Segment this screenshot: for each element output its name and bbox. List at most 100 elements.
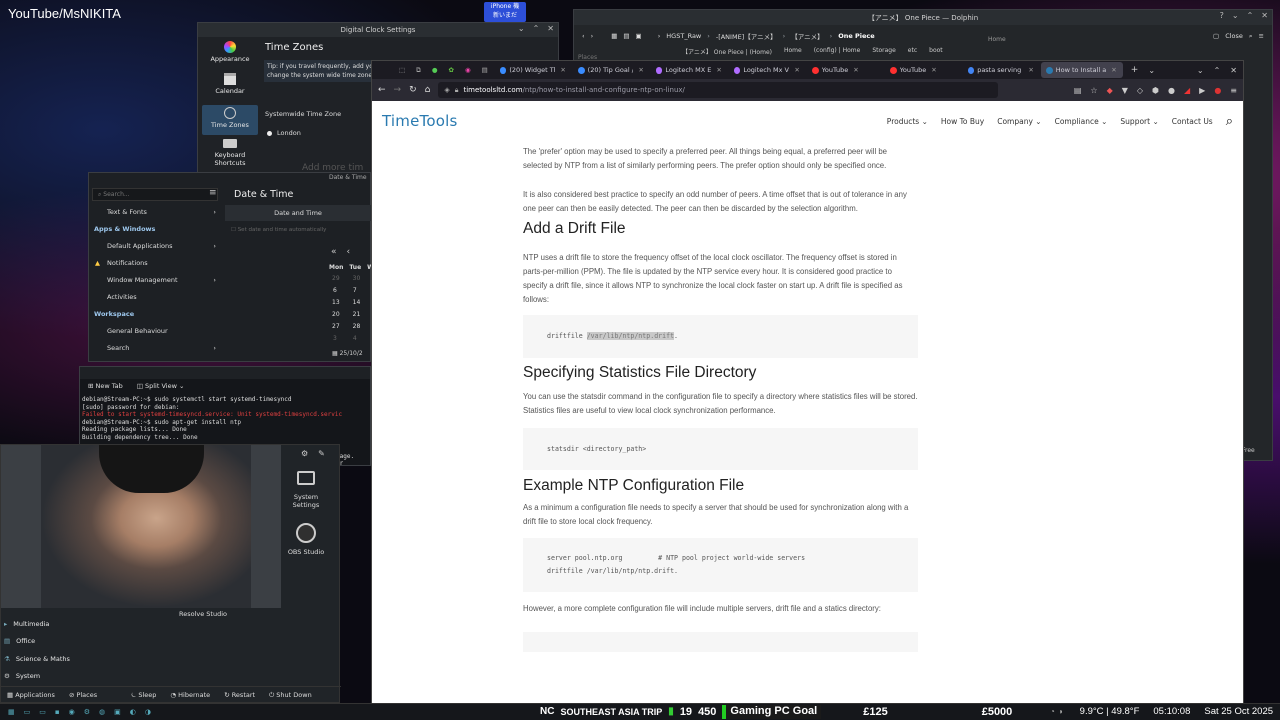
calendar-day[interactable]: 3 <box>333 335 337 347</box>
red-icon[interactable]: ◢ <box>1184 86 1190 95</box>
dolphin-tab[interactable]: (config) | Home <box>814 47 861 59</box>
category-multimedia[interactable]: ▸ Multimedia <box>4 615 112 633</box>
view-icons-icon[interactable]: ▦ <box>611 32 617 40</box>
calendar-day[interactable]: 29 <box>332 275 340 287</box>
close-icon[interactable]: ✕ <box>1230 66 1237 75</box>
calendar-day[interactable]: 20 <box>332 311 340 323</box>
dolphin-tab[interactable]: 【アニメ】 One Piece | (Home) <box>682 47 772 59</box>
minimize-icon[interactable]: ⌄ <box>518 24 525 33</box>
tab-date-and-time[interactable]: Date and Time <box>225 205 371 221</box>
tray-icons[interactable]: ◔◑ <box>1050 707 1066 716</box>
nav-company[interactable]: Company ⌄ <box>997 117 1041 126</box>
split-view-button[interactable]: ◫ Split View ⌄ <box>137 382 185 390</box>
browser-tab[interactable]: How to Install a ✕ <box>1040 62 1123 78</box>
sidebar-item-general-behaviour[interactable]: General Behaviour <box>92 322 216 339</box>
calendar-day[interactable]: 14 <box>353 299 361 311</box>
zone-radio[interactable]: London <box>267 129 301 137</box>
nav-compliance[interactable]: Compliance ⌄ <box>1055 117 1108 126</box>
close-icon[interactable]: ✕ <box>1261 11 1268 20</box>
clock-time[interactable]: 05:10:08 <box>1153 706 1190 717</box>
shutdown-button[interactable]: ⏻ Shut Down <box>269 691 312 700</box>
configure-icon[interactable]: ⚙ <box>301 449 308 458</box>
maximize-icon[interactable]: ⌃ <box>1247 11 1254 20</box>
sidebar-item-default-apps[interactable]: Default Applications › <box>92 237 216 254</box>
tab-icon-buttons[interactable]: ⬚ ⧉ ● ✿ ◉ ▤ <box>394 62 493 78</box>
sleep-button[interactable]: ⏾ Sleep <box>131 691 156 700</box>
view-details-icon[interactable]: ▣ <box>636 32 642 40</box>
close-icon[interactable]: ✕ <box>547 24 554 33</box>
dolphin-tab[interactable]: Storage <box>872 47 895 59</box>
dolphin-icon[interactable]: ▭ <box>39 708 46 716</box>
pin-icon[interactable]: ✎ <box>318 449 325 458</box>
new-tab-icon[interactable]: + <box>1131 65 1139 75</box>
category-science[interactable]: ⚗ Science & Maths <box>4 650 112 668</box>
browser-tab[interactable]: Logitech MX Er ✕ <box>651 62 727 78</box>
restart-button[interactable]: ↻ Restart <box>224 691 255 699</box>
help-icon[interactable]: ? <box>1220 11 1224 20</box>
app-icon[interactable]: ◐ <box>130 708 136 716</box>
nav-time-zones[interactable]: Time Zones <box>202 105 258 135</box>
breadcrumb-item[interactable]: -[ANIME]【アニメ】 <box>716 31 777 41</box>
firefox-icon[interactable]: ◉ <box>69 708 75 716</box>
applications-tab[interactable]: ▦ Applications <box>7 691 55 699</box>
search-icon[interactable]: ⌕ <box>1226 114 1233 129</box>
minimize-icon[interactable]: ⌄ <box>1232 11 1239 20</box>
forward-icon[interactable]: → <box>394 85 402 95</box>
forward-icon[interactable]: › <box>591 32 594 40</box>
calendar-day[interactable]: 21 <box>353 311 361 323</box>
bookmark-star-icon[interactable]: ☆ <box>1090 86 1097 95</box>
close-split-button[interactable]: Close <box>1225 32 1243 40</box>
filter-icon[interactable]: ▼ <box>1122 86 1128 95</box>
nav-support[interactable]: Support ⌄ <box>1120 117 1158 126</box>
app-resolve-studio[interactable]: Resolve Studio <box>179 610 227 618</box>
app-system-settings[interactable]: System Settings <box>287 471 325 509</box>
site-logo[interactable]: TimeTools <box>382 112 457 130</box>
dolphin-tab[interactable]: boot <box>929 47 943 59</box>
search-icon[interactable]: ⌕ <box>1249 32 1253 41</box>
maximize-icon[interactable]: ⌃ <box>1214 66 1221 75</box>
close-tab-icon[interactable]: ✕ <box>638 66 643 74</box>
browser-tab[interactable]: (20) Tip Goal / ✕ <box>573 62 649 78</box>
places-tab[interactable]: ⊘ Places <box>69 691 97 699</box>
nav-contact-us[interactable]: Contact Us <box>1172 117 1213 126</box>
hamburger-icon[interactable]: ≡ <box>209 188 217 198</box>
minimize-icon[interactable]: ⌄ <box>1197 66 1204 75</box>
close-tab-icon[interactable]: ✕ <box>1028 66 1033 74</box>
browser-tab[interactable]: YouTube ✕ <box>885 62 961 78</box>
reader-view-icon[interactable]: ▤ <box>1074 86 1082 95</box>
calendar-day[interactable]: 27 <box>332 323 340 335</box>
konsole-icon[interactable]: ▪ <box>55 708 60 716</box>
view-compact-icon[interactable]: ▤ <box>623 32 629 40</box>
pager-icon[interactable]: ▭ <box>24 708 31 716</box>
nav-products[interactable]: Products ⌄ <box>887 117 928 126</box>
category-office[interactable]: ▤ Office <box>4 633 112 651</box>
nav-appearance[interactable]: Appearance <box>202 39 258 73</box>
nav-calendar[interactable]: Calendar <box>202 73 258 105</box>
settings-search-input[interactable]: ⌕ Search... <box>92 188 218 201</box>
account-icon[interactable]: ● <box>1168 86 1175 95</box>
new-tab-button[interactable]: ⊞ New Tab <box>88 382 123 390</box>
close-tab-icon[interactable]: ✕ <box>931 66 936 74</box>
app-obs-studio[interactable]: OBS Studio <box>287 523 325 556</box>
clock-date[interactable]: Sat 25 Oct 2025 <box>1204 706 1273 717</box>
sidebar-item-text-fonts[interactable]: Text & Fonts › <box>92 203 216 220</box>
back-icon[interactable]: ‹ <box>582 32 585 40</box>
app-icon[interactable]: ◑ <box>145 708 151 716</box>
puzzle-icon[interactable]: ⬢ <box>1152 86 1159 95</box>
close-split-icon[interactable]: ▢ <box>1213 32 1219 40</box>
obs-icon[interactable]: ◍ <box>99 708 105 716</box>
reload-icon[interactable]: ↻ <box>409 85 417 95</box>
browser-tab[interactable]: Logitech Mx Ve ✕ <box>729 62 805 78</box>
settings-icon[interactable]: ⚙ <box>84 708 90 716</box>
close-tab-icon[interactable]: ✕ <box>853 66 858 74</box>
sidebar-item-notifications[interactable]: ▲ Notifications <box>92 254 216 271</box>
calendar-day[interactable]: 7 <box>353 287 357 299</box>
calendar-day[interactable]: 30 <box>353 275 361 287</box>
launcher-icon[interactable]: ▦ <box>8 708 15 716</box>
hibernate-button[interactable]: ◔ Hibernate <box>170 691 210 699</box>
extension-red-icon[interactable]: ◆ <box>1107 86 1113 95</box>
menu-icon[interactable]: ≡ <box>1259 32 1264 40</box>
dolphin-tab[interactable]: Home <box>784 47 802 59</box>
sidebar-item-activities[interactable]: Activities <box>92 288 216 305</box>
maximize-icon[interactable]: ⌃ <box>533 24 540 33</box>
